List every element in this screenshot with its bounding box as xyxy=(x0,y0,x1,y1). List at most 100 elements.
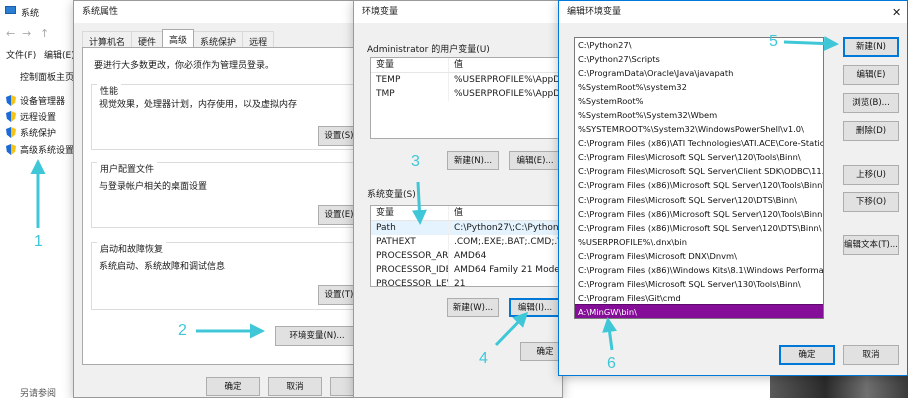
performance-desc: 视觉效果，处理器计划，内存使用，以及虚拟内存 xyxy=(99,100,298,110)
path-list[interactable]: C:\Python27\ C:\Python27\Scripts C:\Progra… xyxy=(574,37,824,319)
path-entry[interactable]: C:\Program Files (x86)\Microsoft SQL Ser… xyxy=(575,178,823,192)
shield-icon xyxy=(6,95,16,106)
edit-text-button[interactable]: 编辑文本(T)... xyxy=(843,235,899,255)
close-icon[interactable]: ✕ xyxy=(892,6,901,19)
variable-name: TEMP xyxy=(371,73,449,87)
performance-title: 性能 xyxy=(97,84,122,97)
column-header-value[interactable]: 值 xyxy=(449,206,562,220)
user-profiles-title: 用户配置文件 xyxy=(97,162,158,175)
variable-value: %USERPROFILE%\AppData xyxy=(454,75,563,85)
sysprops-ok-button[interactable]: 确定 xyxy=(206,377,260,396)
path-entry[interactable]: C:\Program Files\Microsoft SQL Server\12… xyxy=(575,193,823,207)
delete-path-button[interactable]: 删除(D) xyxy=(843,121,899,141)
path-entry-selected[interactable]: A:\MinGW\bin\ xyxy=(575,303,823,318)
startup-recovery-group: 启动和故障恢复 系统启动、系统故障和调试信息 设置(T)... xyxy=(91,242,362,310)
path-entry[interactable]: C:\Program Files\Microsoft SQL Server\Cl… xyxy=(575,164,823,178)
user-profiles-desc: 与登录帐户相关的桌面设置 xyxy=(99,182,208,192)
path-entry[interactable]: C:\Program Files\Microsoft SQL Server\12… xyxy=(575,150,823,164)
variable-name: Path xyxy=(371,221,449,235)
sysprops-cancel-button[interactable]: 取消 xyxy=(268,377,322,396)
system-variables-label: 系统变量(S) xyxy=(367,190,416,200)
system-variables-table: 变量 值 Path C:\Python27\;C:\Python27\ PATH… xyxy=(370,205,563,287)
path-entry[interactable]: C:\Program Files (x86)\Microsoft SQL Ser… xyxy=(575,221,823,235)
annotation-number-6: 6 xyxy=(607,355,616,372)
sidebar-item-system-protection[interactable]: 系统保护 xyxy=(6,126,56,139)
annotation-number-5: 5 xyxy=(769,33,778,50)
variable-value: AMD64 xyxy=(454,251,487,261)
variable-value: %USERPROFILE%\AppData xyxy=(454,89,563,99)
path-entry[interactable]: %SystemRoot%\System32\Wbem xyxy=(575,108,823,122)
table-row[interactable]: TEMP %USERPROFILE%\AppData xyxy=(371,73,563,87)
path-entry[interactable]: %SystemRoot% xyxy=(575,94,823,108)
system-edit-button[interactable]: 编辑(I)... xyxy=(509,298,561,317)
path-entry[interactable]: C:\Program Files\Microsoft SQL Server\13… xyxy=(575,277,823,291)
shield-icon xyxy=(6,144,16,155)
shield-icon xyxy=(6,127,16,138)
menu-edit[interactable]: 编辑(E) xyxy=(44,48,75,61)
system-title-icon xyxy=(5,6,16,14)
sidebar-item-label: 远程设置 xyxy=(20,113,57,123)
advanced-tab-panel: 要进行大多数更改，你必须作为管理员登录。 性能 视觉效果，处理器计划，内存使用，… xyxy=(82,47,362,365)
variable-value: .COM;.EXE;.BAT;.CMD;.VBS; xyxy=(454,237,562,247)
up-arrow-icon[interactable]: ↑ xyxy=(40,28,49,39)
forward-arrow-icon[interactable]: → xyxy=(22,28,31,39)
path-entry[interactable]: C:\Program Files\Microsoft DNX\Dnvm\ xyxy=(575,249,823,263)
path-entry[interactable]: %SYSTEMROOT%\System32\WindowsPowerShell\… xyxy=(575,122,823,136)
user-variables-label: Administrator 的用户变量(U) xyxy=(367,45,490,55)
column-header-value[interactable]: 值 xyxy=(449,58,562,72)
variable-name: PROCESSOR_AR... xyxy=(371,249,449,263)
editenv-cancel-button[interactable]: 取消 xyxy=(843,345,899,365)
table-row[interactable]: PATHEXT .COM;.EXE;.BAT;.CMD;.VBS; xyxy=(371,235,562,249)
system-window-title: 系统 xyxy=(21,9,40,19)
edit-path-button[interactable]: 编辑(E) xyxy=(843,65,899,85)
sidebar-item-label: 系统保护 xyxy=(20,129,57,139)
menu-file[interactable]: 文件(F) xyxy=(6,48,36,61)
annotation-number-1: 1 xyxy=(34,233,43,250)
path-entry[interactable]: C:\Python27\Scripts xyxy=(575,52,823,66)
system-properties-dialog: 系统属性 计算机名 硬件 高级 系统保护 远程 要进行大多数更改，你必须作为管理… xyxy=(73,0,363,398)
user-new-button[interactable]: 新建(N)... xyxy=(447,151,499,170)
user-edit-button[interactable]: 编辑(E)... xyxy=(509,151,561,170)
variable-value: C:\Python27\;C:\Python27\ xyxy=(454,223,563,233)
table-header: 变量 值 xyxy=(371,58,562,73)
performance-group: 性能 视觉效果，处理器计划，内存使用，以及虚拟内存 设置(S)... xyxy=(91,84,362,150)
editenv-ok-button[interactable]: 确定 xyxy=(779,345,835,365)
sidebar-item-label: 设备管理器 xyxy=(20,97,66,107)
admin-note: 要进行大多数更改，你必须作为管理员登录。 xyxy=(94,61,275,71)
edit-environment-variable-dialog: 编辑环境变量 ✕ C:\Python27\ C:\Python27\Scripts… xyxy=(558,0,908,376)
envvars-ok-button[interactable]: 确定 xyxy=(520,342,562,361)
new-path-button[interactable]: 新建(N) xyxy=(843,37,899,57)
environment-variables-dialog: 环境变量 Administrator 的用户变量(U) 变量 值 TEMP %U… xyxy=(353,0,563,398)
move-down-button[interactable]: 下移(O) xyxy=(843,192,899,212)
table-header: 变量 值 xyxy=(371,206,562,221)
column-header-variable[interactable]: 变量 xyxy=(371,58,449,72)
table-row[interactable]: Path C:\Python27\;C:\Python27\ xyxy=(371,221,563,235)
path-entry[interactable]: C:\Program Files\Git\cmd xyxy=(575,291,823,305)
variable-name: PROCESSOR_IDE... xyxy=(371,263,449,277)
sidebar-item-advanced-settings[interactable]: 高级系统设置 xyxy=(6,143,74,156)
path-entry[interactable]: C:\Program Files (x86)\Microsoft SQL Ser… xyxy=(575,207,823,221)
browse-button[interactable]: 浏览(B)... xyxy=(843,93,899,113)
startup-recovery-desc: 系统启动、系统故障和调试信息 xyxy=(99,262,226,272)
sidebar-item-device-manager[interactable]: 设备管理器 xyxy=(6,94,65,107)
table-row[interactable]: PROCESSOR_AR... AMD64 xyxy=(371,249,562,263)
environment-variables-button[interactable]: 环境变量(N)... xyxy=(275,326,359,346)
path-entry[interactable]: C:\Python27\ xyxy=(575,38,823,52)
sidebar-item-remote-settings[interactable]: 远程设置 xyxy=(6,110,56,123)
variable-name: PROCESSOR_LEV... xyxy=(371,277,449,286)
variable-name: TMP xyxy=(371,87,449,101)
path-entry[interactable]: C:\ProgramData\Oracle\Java\javapath xyxy=(575,66,823,80)
path-entry[interactable]: C:\Program Files (x86)\ATI Technologies\… xyxy=(575,136,823,150)
column-header-variable[interactable]: 变量 xyxy=(371,206,449,220)
move-up-button[interactable]: 上移(U) xyxy=(843,165,899,185)
control-panel-home-link[interactable]: 控制面板主页 xyxy=(20,70,74,83)
path-entry[interactable]: C:\Program Files (x86)\Windows Kits\8.1\… xyxy=(575,263,823,277)
table-row[interactable]: PROCESSOR_LEV... 21 xyxy=(371,277,562,286)
system-new-button[interactable]: 新建(W)... xyxy=(447,298,499,317)
table-row[interactable]: PROCESSOR_IDE... AMD64 Family 21 Model 1… xyxy=(371,263,562,277)
table-row[interactable]: TMP %USERPROFILE%\AppData xyxy=(371,87,563,101)
path-entry[interactable]: %SystemRoot%\system32 xyxy=(575,80,823,94)
path-entry[interactable]: %USERPROFILE%\.dnx\bin xyxy=(575,235,823,249)
back-arrow-icon[interactable]: ← xyxy=(6,28,15,39)
system-window: 系统 ← → ↑ 文件(F) 编辑(E) 控制面板主页 设备管理器 远程设置 系… xyxy=(0,0,78,398)
